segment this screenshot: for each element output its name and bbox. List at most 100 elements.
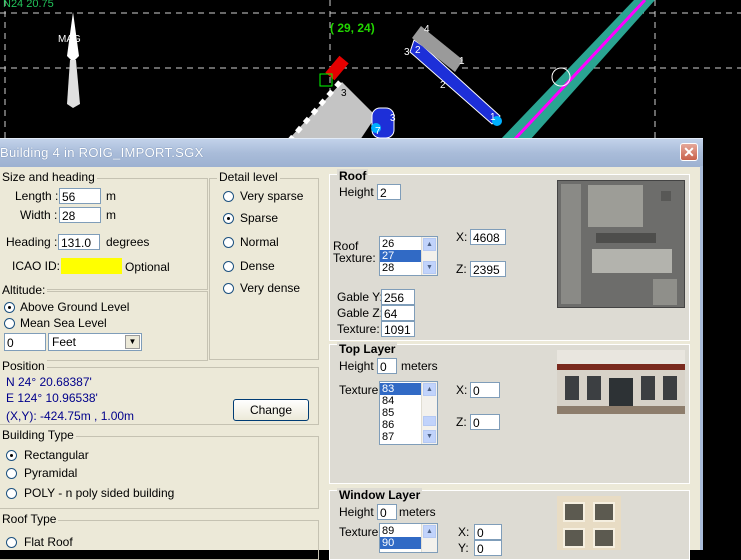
window-texture-label: Texture: [339, 525, 382, 539]
position-title: Position [0, 359, 47, 373]
scroll-down-icon[interactable]: ▼ [423, 261, 436, 274]
scrollbar[interactable]: ▲ [421, 524, 437, 552]
map-marker: 4 [424, 24, 430, 35]
map-marker: 3 [404, 47, 410, 58]
roof-z-input[interactable]: 2395 [470, 261, 506, 277]
top-z-label: Z: [456, 415, 467, 429]
map-view[interactable]: N24 20.75 ( 29, 24) MAG 4 2 3 1 2 3 7 3 … [0, 0, 741, 140]
top-x-label: X: [456, 383, 468, 397]
width-unit: m [106, 208, 116, 222]
width-input[interactable]: 28 [59, 207, 101, 223]
mag-north-label: MAG [58, 34, 81, 45]
top-texture-list[interactable]: 83 84 85 86 87 ▲ ▼ [379, 381, 438, 445]
top-texture-label: Texture: [339, 383, 382, 397]
poly-radio[interactable] [6, 488, 17, 499]
close-button[interactable]: ✕ [680, 143, 698, 161]
gable-z-input[interactable]: 64 [381, 305, 415, 321]
map-marker: 1 [490, 112, 496, 123]
icao-optional-label: Optional [125, 260, 170, 274]
top-height-label: Height : [339, 359, 381, 373]
roof-type-title: Roof Type [0, 512, 59, 526]
detail-sparse-radio[interactable] [223, 213, 234, 224]
window-height-unit: meters [399, 505, 436, 519]
length-unit: m [106, 189, 116, 203]
map-marker: 2 [440, 80, 446, 91]
map-coordinate-label: N24 20.75 [3, 0, 54, 10]
detail-normal-radio[interactable] [223, 237, 234, 248]
building-dialog: Building 4 in ROIG_IMPORT.SGX ✕ Size and… [0, 138, 703, 560]
window-height-input[interactable]: 0 [377, 504, 397, 520]
top-layer-title: Top Layer [337, 342, 398, 356]
detail-option-label[interactable]: Very sparse [240, 189, 303, 203]
building-type-label[interactable]: Pyramidal [24, 466, 77, 480]
detail-option-label[interactable]: Sparse [240, 211, 278, 225]
heading-input[interactable]: 131.0 [58, 234, 100, 250]
dialog-titlebar[interactable]: Building 4 in ROIG_IMPORT.SGX ✕ [0, 138, 703, 167]
roof-height-label: Height : [339, 185, 381, 199]
length-input[interactable]: 56 [59, 188, 101, 204]
dialog-title: Building 4 in ROIG_IMPORT.SGX [0, 145, 204, 160]
scroll-up-icon[interactable]: ▲ [423, 525, 436, 538]
detail-option-label[interactable]: Dense [240, 259, 275, 273]
position-longitude: E 124° 10.96538' [6, 391, 98, 405]
top-z-input[interactable]: 0 [470, 414, 500, 430]
map-marker: 2 [415, 45, 421, 56]
scrollbar[interactable]: ▲ ▼ [421, 382, 437, 444]
agl-radio[interactable] [4, 302, 15, 313]
altitude-unit-select[interactable]: Feet ▼ [48, 333, 142, 351]
window-texture-preview [557, 496, 621, 550]
gable-y-input[interactable]: 256 [381, 289, 415, 305]
window-x-input[interactable]: 0 [474, 524, 502, 540]
window-height-label: Height : [339, 505, 381, 519]
gable-y-label: Gable Y: [337, 290, 383, 304]
window-y-label: Y: [458, 541, 469, 555]
msl-label[interactable]: Mean Sea Level [20, 316, 107, 330]
width-label: Width : [20, 208, 58, 222]
scroll-down-icon[interactable]: ▼ [423, 430, 436, 443]
map-marker: 7 [375, 126, 381, 137]
building-type-title: Building Type [0, 428, 76, 442]
detail-very-dense-radio[interactable] [223, 283, 234, 294]
top-texture-preview [557, 350, 685, 414]
window-texture-list[interactable]: 89 90 ▲ [379, 523, 438, 553]
pyramidal-radio[interactable] [6, 468, 17, 479]
icao-input[interactable] [61, 258, 122, 274]
map-marker: 1 [459, 56, 465, 67]
detail-option-label[interactable]: Normal [240, 235, 279, 249]
size-heading-title: Size and heading [0, 170, 97, 184]
altitude-input[interactable]: 0 [4, 333, 46, 351]
window-x-label: X: [458, 525, 470, 539]
roof-type-label[interactable]: Flat Roof [24, 535, 73, 549]
map-marker: 3 [341, 88, 347, 99]
top-x-input[interactable]: 0 [470, 382, 500, 398]
roof-height-input[interactable]: 2 [377, 184, 401, 200]
roof-texture-list[interactable]: 26 27 28 ▲ ▼ [379, 236, 438, 276]
flat-roof-radio[interactable] [6, 537, 17, 548]
change-position-button[interactable]: Change [233, 399, 309, 421]
altitude-title: Altitude: [0, 283, 48, 297]
cursor-coordinate: ( 29, 24) [330, 21, 375, 35]
building-type-label[interactable]: Rectangular [24, 448, 89, 462]
chevron-down-icon[interactable]: ▼ [125, 335, 140, 349]
top-height-unit: meters [401, 359, 438, 373]
window-y-input[interactable]: 0 [474, 540, 502, 556]
detail-dense-radio[interactable] [223, 261, 234, 272]
roof-texture-label: Texture: [333, 251, 376, 265]
rectangular-radio[interactable] [6, 450, 17, 461]
detail-level-title: Detail level [217, 170, 280, 184]
scrollbar[interactable]: ▲ ▼ [421, 237, 437, 275]
detail-very-sparse-radio[interactable] [223, 191, 234, 202]
icao-label: ICAO ID: [12, 259, 61, 273]
roof-x-label: X: [456, 230, 468, 244]
gable-texture-label: Texture: [337, 322, 380, 336]
scroll-up-icon[interactable]: ▲ [423, 238, 436, 251]
top-height-input[interactable]: 0 [377, 358, 397, 374]
agl-label[interactable]: Above Ground Level [20, 300, 129, 314]
detail-option-label[interactable]: Very dense [240, 281, 300, 295]
gable-texture-input[interactable]: 1091 [381, 321, 415, 337]
roof-x-input[interactable]: 4608 [470, 229, 506, 245]
msl-radio[interactable] [4, 318, 15, 329]
scroll-thumb[interactable] [423, 416, 436, 426]
scroll-up-icon[interactable]: ▲ [423, 383, 436, 396]
building-type-label[interactable]: POLY - n poly sided building [24, 486, 174, 500]
